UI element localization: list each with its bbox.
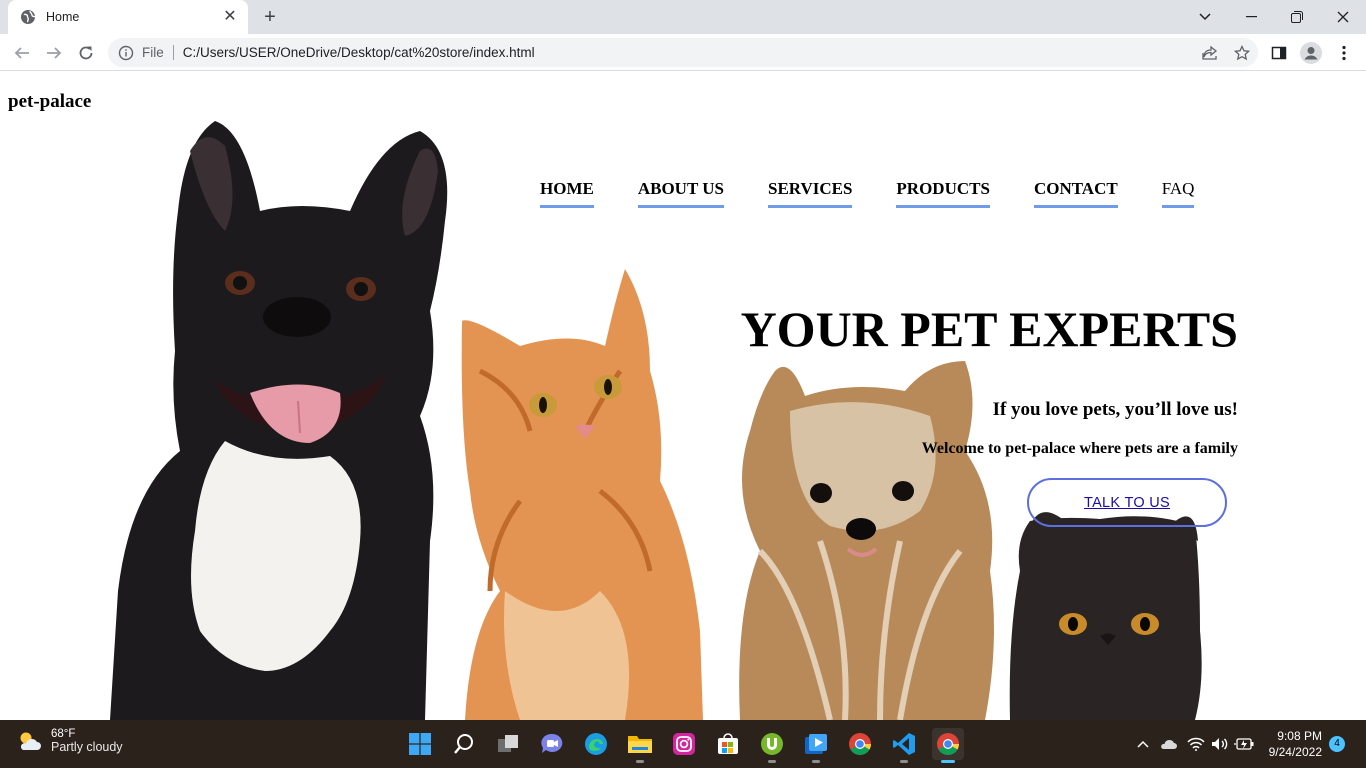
onedrive-tray-icon[interactable] <box>1157 732 1179 756</box>
file-scheme-label: File <box>142 45 174 60</box>
nav-about-us[interactable]: ABOUT US <box>637 179 724 208</box>
globe-icon <box>21 10 36 24</box>
wifi-tray-icon[interactable] <box>1185 732 1207 756</box>
address-bar[interactable]: File C:/Users/USER/OneDrive/Desktop/cat%… <box>108 38 1258 67</box>
reload-icon <box>79 46 93 60</box>
nav-products[interactable]: PRODUCTS <box>896 179 990 208</box>
browser-tab[interactable]: Home ✕ <box>8 0 248 34</box>
speaker-icon <box>1212 738 1228 750</box>
notification-badge[interactable]: 4 <box>1329 736 1345 752</box>
chat-button[interactable] <box>536 728 568 760</box>
hero-welcome-text: Welcome to pet-palace where pets are a f… <box>921 440 1238 457</box>
url-text[interactable]: C:/Users/USER/OneDrive/Desktop/cat%20sto… <box>183 45 1194 60</box>
store-icon <box>718 733 738 754</box>
weather-widget[interactable]: 68°F Partly cloudy <box>16 728 123 754</box>
browser-tab-bar: Home ✕ + <box>0 0 1366 34</box>
nav-home[interactable]: HOME <box>540 179 594 208</box>
yorkie-illustration <box>739 361 994 720</box>
media-player-icon <box>805 734 827 754</box>
share-icon[interactable] <box>1194 38 1226 67</box>
bulldog-illustration <box>110 121 448 720</box>
task-view-icon <box>498 735 518 752</box>
bookmark-star-icon[interactable] <box>1226 38 1258 67</box>
taskbar-search-button[interactable] <box>448 728 480 760</box>
orange-cat-illustration <box>461 269 703 720</box>
edge-app[interactable] <box>580 728 612 760</box>
chrome-app[interactable] <box>844 728 876 760</box>
battery-charging-icon <box>1234 738 1254 750</box>
tab-close-icon[interactable]: ✕ <box>222 9 238 25</box>
vscode-icon <box>893 733 915 755</box>
media-player-app[interactable] <box>800 728 832 763</box>
reload-button[interactable] <box>73 40 99 66</box>
search-icon <box>454 734 473 754</box>
back-arrow-icon <box>14 47 29 59</box>
battery-tray-icon[interactable] <box>1233 732 1255 756</box>
edge-icon <box>585 733 607 755</box>
nav-contact[interactable]: CONTACT <box>1033 179 1118 208</box>
forward-arrow-icon <box>47 47 62 59</box>
hero-headline: YOUR PET EXPERTS <box>740 301 1238 357</box>
instagram-app[interactable] <box>668 728 700 760</box>
minimize-button[interactable] <box>1228 0 1274 34</box>
web-page: pet-palace HOME ABOUT US SERVICES PRODUC… <box>0 71 1366 720</box>
clock-date: 9/24/2022 <box>1268 745 1322 759</box>
hero-pets-image <box>110 121 1202 720</box>
partly-cloudy-icon <box>20 732 41 750</box>
site-logo[interactable]: pet-palace <box>8 91 91 113</box>
instagram-icon <box>673 733 695 755</box>
talk-to-us-button[interactable]: TALK TO US <box>1027 478 1227 527</box>
new-tab-button[interactable]: + <box>258 6 282 28</box>
taskbar-clock[interactable]: 9:08 PM 9/24/2022 <box>1269 728 1322 760</box>
start-icon <box>409 733 431 755</box>
site-info-icon[interactable] <box>118 45 134 61</box>
black-kitten-illustration <box>1009 512 1202 720</box>
store-app[interactable] <box>712 728 744 760</box>
utorrent-app[interactable] <box>756 728 788 763</box>
tab-title: Home <box>46 10 80 24</box>
chrome-icon <box>849 733 871 755</box>
utorrent-icon <box>761 733 783 755</box>
volume-tray-icon[interactable] <box>1209 732 1231 756</box>
file-explorer-icon <box>628 736 652 753</box>
chat-icon <box>541 733 563 753</box>
chrome-icon <box>937 733 959 755</box>
main-nav: HOME ABOUT US SERVICES PRODUCTS CONTACT … <box>540 179 1195 208</box>
side-panel-icon[interactable] <box>1266 40 1292 66</box>
wifi-icon <box>1187 737 1205 751</box>
browser-toolbar: File C:/Users/USER/OneDrive/Desktop/cat%… <box>0 34 1366 71</box>
vscode-app[interactable] <box>888 728 920 763</box>
clock-time: 9:08 PM <box>1277 729 1322 743</box>
chrome-app-active[interactable] <box>932 728 964 763</box>
restore-button[interactable] <box>1274 0 1320 34</box>
talk-to-us-label[interactable]: TALK TO US <box>1084 495 1170 511</box>
weather-condition: Partly cloudy <box>51 740 123 754</box>
tab-search-chevron-icon[interactable] <box>1182 0 1228 34</box>
profile-avatar-icon[interactable] <box>1298 40 1324 66</box>
windows-taskbar: 68°F Partly cloudy 9:08 PM 9/24/2022 4 <box>0 720 1366 768</box>
nav-faq[interactable]: FAQ <box>1161 179 1195 208</box>
hero-tagline: If you love pets, you’ll love us! <box>992 399 1238 420</box>
weather-temperature: 68°F <box>51 728 76 740</box>
chevron-up-icon <box>1137 740 1149 748</box>
show-hidden-icons-button[interactable] <box>1134 732 1152 756</box>
task-view-button[interactable] <box>492 728 524 760</box>
start-button[interactable] <box>404 728 436 760</box>
forward-button[interactable] <box>41 40 67 66</box>
file-explorer-app[interactable] <box>624 728 656 763</box>
menu-kebab-icon[interactable] <box>1331 40 1357 66</box>
back-button[interactable] <box>9 40 35 66</box>
cloud-icon <box>1161 739 1177 749</box>
nav-services[interactable]: SERVICES <box>767 179 853 208</box>
close-window-button[interactable] <box>1320 0 1366 34</box>
